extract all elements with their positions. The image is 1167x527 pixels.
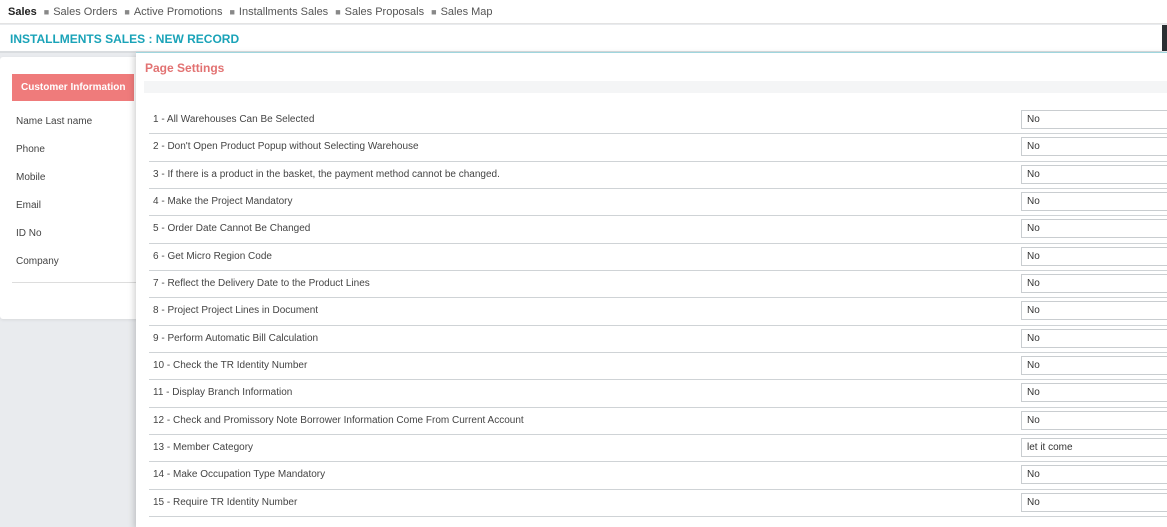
nav-label: Installments Sales — [238, 5, 329, 18]
field-mobile: Mobile — [16, 172, 46, 183]
page-settings-modal: Page Settings 1 - All Warehouses Can Be … — [136, 52, 1167, 527]
setting-row: 15 - Require TR Identity Number No — [149, 490, 1167, 518]
nav-item-sales-proposals[interactable]: ■ Sales Proposals — [328, 6, 424, 18]
nav-label: Sales Map — [440, 5, 493, 18]
setting-value-select[interactable]: No — [1021, 274, 1167, 294]
setting-row: 5 - Order Date Cannot Be Changed No — [149, 216, 1167, 244]
setting-value-select[interactable]: No — [1021, 164, 1167, 184]
setting-label: 5 - Order Date Cannot Be Changed — [153, 223, 311, 235]
nav-item-sales[interactable]: Sales — [8, 6, 37, 18]
nav-item-active-promotions[interactable]: ■ Active Promotions — [117, 6, 222, 18]
setting-value-select[interactable]: No — [1021, 301, 1167, 321]
setting-label: 6 - Get Micro Region Code — [153, 250, 272, 262]
nav-item-sales-map[interactable]: ■ Sales Map — [424, 6, 492, 18]
nav-label: Active Promotions — [133, 5, 223, 18]
bullet-icon: ■ — [431, 6, 437, 17]
setting-value-select[interactable]: No — [1021, 246, 1167, 266]
card-divider — [12, 282, 140, 283]
setting-row: 4 - Make the Project Mandatory No — [149, 189, 1167, 217]
top-navigation: Sales ■ Sales Orders ■ Active Promotions ■… — [0, 0, 1167, 24]
setting-label: 9 - Perform Automatic Bill Calculation — [153, 332, 319, 344]
setting-label: 11 - Display Branch Information — [153, 387, 293, 399]
setting-label: 7 - Reflect the Delivery Date to the Pro… — [153, 278, 370, 290]
setting-label: 14 - Make Occupation Type Mandatory — [153, 469, 326, 481]
setting-label: 1 - All Warehouses Can Be Selected — [153, 114, 315, 125]
setting-label: 3 - If there is a product in the basket,… — [153, 168, 500, 180]
page-title: INSTALLMENTS SALES : NEW RECORD — [10, 31, 240, 46]
setting-label: 15 - Require TR Identity Number — [153, 496, 298, 508]
nav-item-sales-orders[interactable]: ■ Sales Orders — [37, 6, 118, 18]
bullet-icon: ■ — [124, 6, 130, 17]
setting-value-select[interactable]: No — [1021, 410, 1167, 430]
modal-header-strip — [144, 81, 1167, 93]
bullet-icon: ■ — [43, 6, 50, 17]
setting-row: 7 - Reflect the Delivery Date to the Pro… — [149, 271, 1167, 299]
field-id-no: ID No — [16, 228, 42, 239]
setting-value-select[interactable]: let it come — [1021, 438, 1167, 458]
setting-value-select[interactable]: No — [1021, 137, 1167, 157]
customer-information-button[interactable]: Customer Information — [12, 74, 134, 101]
nav-label: Sales Orders — [53, 5, 118, 18]
setting-row: 6 - Get Micro Region Code No — [149, 244, 1167, 272]
setting-row: 11 - Display Branch Information No — [149, 380, 1167, 408]
field-name-last-name: Name Last name — [16, 116, 93, 127]
scrollbar-edge — [1162, 25, 1167, 51]
setting-label: 2 - Don't Open Product Popup without Sel… — [153, 141, 419, 153]
page-title-bar: INSTALLMENTS SALES : NEW RECORD — [0, 25, 1162, 52]
setting-row: 8 - Project Project Lines in Document No — [149, 298, 1167, 326]
setting-value-select[interactable]: No — [1021, 328, 1167, 348]
nav-label: Sales Proposals — [344, 5, 425, 18]
field-phone: Phone — [16, 144, 45, 155]
setting-label: 12 - Check and Promissory Note Borrower … — [153, 414, 524, 426]
setting-row: 3 - If there is a product in the basket,… — [149, 162, 1167, 190]
customer-card: Customer Information Name Last name Phon… — [0, 57, 140, 319]
setting-value-select[interactable]: No — [1021, 219, 1167, 239]
setting-value-select[interactable]: No — [1021, 192, 1167, 212]
bullet-icon: ■ — [335, 6, 341, 17]
field-company: Company — [16, 256, 59, 267]
setting-value-select[interactable]: No — [1021, 356, 1167, 376]
setting-row: 10 - Check the TR Identity Number No — [149, 353, 1167, 381]
setting-row: 2 - Don't Open Product Popup without Sel… — [149, 134, 1167, 162]
bullet-icon: ■ — [229, 6, 235, 17]
setting-label: 13 - Member Category — [153, 442, 254, 454]
setting-label: 4 - Make the Project Mandatory — [153, 196, 293, 208]
setting-row: 13 - Member Category let it come — [149, 435, 1167, 463]
settings-list: 1 - All Warehouses Can Be Selected No 2 -… — [149, 107, 1167, 518]
setting-value-select[interactable]: No — [1021, 465, 1167, 485]
nav-item-installments-sales[interactable]: ■ Installments Sales — [222, 6, 328, 18]
setting-value-select[interactable]: No — [1021, 492, 1167, 512]
setting-label: 8 - Project Project Lines in Document — [153, 305, 319, 317]
modal-title: Page Settings — [145, 61, 225, 75]
setting-row: 12 - Check and Promissory Note Borrower … — [149, 408, 1167, 436]
setting-value-select[interactable]: No — [1021, 110, 1167, 129]
setting-row: 9 - Perform Automatic Bill Calculation No — [149, 326, 1167, 354]
setting-row: 1 - All Warehouses Can Be Selected No — [149, 107, 1167, 135]
setting-value-select[interactable]: No — [1021, 383, 1167, 403]
field-email: Email — [16, 200, 42, 211]
setting-label: 10 - Check the TR Identity Number — [153, 360, 308, 372]
setting-row: 14 - Make Occupation Type Mandatory No — [149, 462, 1167, 490]
